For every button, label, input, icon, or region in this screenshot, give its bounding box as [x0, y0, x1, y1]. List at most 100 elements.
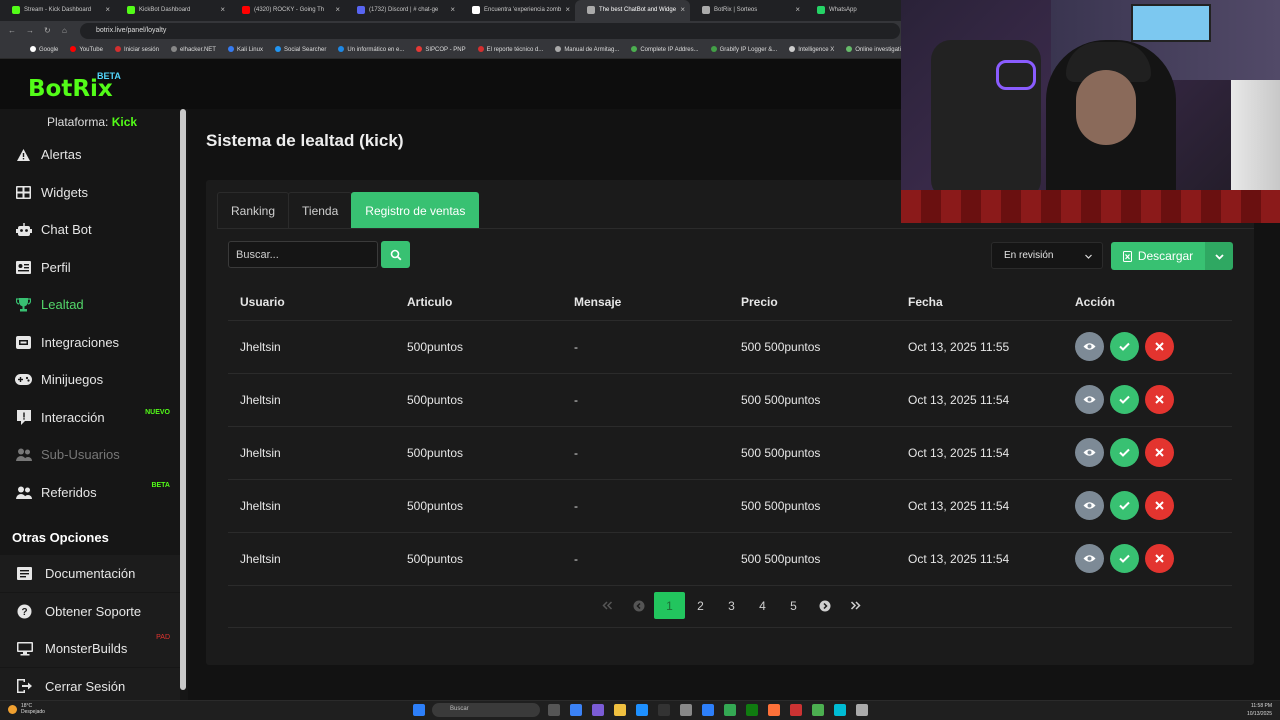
browser-tab[interactable]: Encuentra 'experiencia zomb ×	[460, 0, 575, 21]
browser-tab[interactable]: The best ChatBot and Widge ×	[575, 0, 690, 21]
browser-tab[interactable]: (1732) Discord | # chat-ge ×	[345, 0, 460, 21]
approve-button[interactable]	[1110, 438, 1139, 467]
reject-button[interactable]	[1145, 332, 1174, 361]
approve-button[interactable]	[1110, 332, 1139, 361]
task-view-icon[interactable]	[548, 704, 560, 716]
double-chevron-right-icon	[850, 601, 861, 610]
bookmark-item[interactable]: Complete IP Addres...	[631, 41, 699, 58]
browser-tab[interactable]: BotRix | Sorteos ×	[690, 0, 805, 21]
windows-start-icon[interactable]	[413, 704, 425, 716]
sidebar-item-integraciones[interactable]: Integraciones	[0, 324, 180, 361]
bookmark-item[interactable]: Social Searcher	[274, 41, 326, 58]
forward-icon[interactable]: →	[26, 26, 34, 35]
page-1-button[interactable]: 1	[654, 592, 685, 619]
taskbar-search[interactable]: Buscar	[432, 703, 540, 717]
bookmark-item[interactable]: Iniciar sesión	[114, 41, 159, 58]
view-button[interactable]	[1075, 544, 1104, 573]
search-button[interactable]	[381, 241, 410, 268]
close-icon[interactable]: ×	[795, 5, 800, 14]
sidebar-item-monsterbuilds[interactable]: MonsterBuilds PAD	[0, 630, 180, 667]
close-icon[interactable]: ×	[220, 5, 225, 14]
approve-button[interactable]	[1110, 491, 1139, 520]
view-button[interactable]	[1075, 438, 1104, 467]
bookmark-item[interactable]: El reporte técnico d...	[477, 41, 543, 58]
system-clock[interactable]: 11:58 PM 10/13/2025	[1247, 702, 1272, 718]
back-icon[interactable]: ←	[8, 26, 16, 35]
url-field[interactable]: botrix.live/panel/loyalty	[80, 23, 900, 39]
bookmark-item[interactable]: Manual de Armitag...	[555, 41, 619, 58]
sidebar-item-obtener-soporte[interactable]: ? Obtener Soporte	[0, 592, 180, 630]
sidebar-item-referidos[interactable]: Referidos BETA	[0, 474, 180, 511]
page-4-button[interactable]: 4	[747, 592, 778, 619]
sidebar-item-widgets[interactable]: Widgets	[0, 174, 180, 211]
xbox-icon[interactable]	[746, 704, 758, 716]
vscode-icon[interactable]	[702, 704, 714, 716]
last-page-button[interactable]	[840, 592, 871, 619]
sidebar-item-minijuegos[interactable]: Minijuegos	[0, 361, 180, 398]
settings-icon[interactable]	[680, 704, 692, 716]
view-button[interactable]	[1075, 385, 1104, 414]
file-explorer-icon[interactable]	[614, 704, 626, 716]
page-3-button[interactable]: 3	[716, 592, 747, 619]
close-icon[interactable]: ×	[105, 5, 110, 14]
close-icon[interactable]: ×	[680, 5, 685, 14]
bookmark-item[interactable]: YouTube	[70, 41, 103, 58]
download-options-toggle[interactable]	[1205, 242, 1233, 270]
search-input[interactable]	[228, 241, 378, 268]
reject-button[interactable]	[1145, 385, 1174, 414]
edge-icon[interactable]	[636, 704, 648, 716]
sidebar-item-sub-usuarios[interactable]: Sub-Usuarios	[0, 436, 180, 473]
bookmark-item[interactable]: Kali Linux	[227, 41, 263, 58]
sidebar-item-cerrar-sesi-n[interactable]: Cerrar Sesión	[0, 667, 180, 705]
sidebar-item-documentaci-n[interactable]: Documentación	[0, 555, 180, 592]
app-icon[interactable]	[790, 704, 802, 716]
tab-ranking[interactable]: Ranking	[217, 192, 290, 228]
download-button[interactable]: Descargar	[1111, 242, 1205, 270]
sidebar-item-alertas[interactable]: Alertas	[0, 136, 180, 173]
app-icon-4[interactable]	[856, 704, 868, 716]
status-filter-select[interactable]: En revisión	[991, 242, 1103, 269]
close-icon[interactable]: ×	[450, 5, 455, 14]
bookmark-item[interactable]: Grabify IP Logger &...	[710, 41, 777, 58]
page-5-button[interactable]: 5	[778, 592, 809, 619]
home-icon[interactable]: ⌂	[62, 26, 67, 35]
page-2-button[interactable]: 2	[685, 592, 716, 619]
browser-tab[interactable]: (4320) ROCKY - Going Th ×	[230, 0, 345, 21]
first-page-button[interactable]	[592, 592, 623, 619]
bookmark-item[interactable]: Un informático en e...	[338, 41, 404, 58]
app-icon-2[interactable]	[812, 704, 824, 716]
approve-button[interactable]	[1110, 385, 1139, 414]
weather-widget[interactable]: 18°C Despejado	[8, 703, 45, 715]
copilot-icon[interactable]	[570, 704, 582, 716]
bookmark-item[interactable]: elhacker.NET	[170, 41, 216, 58]
app-icon-3[interactable]	[834, 704, 846, 716]
sidebar-item-interacci-n[interactable]: Interacción NUEVO	[0, 399, 180, 436]
sidebar-item-perfil[interactable]: Perfil	[0, 249, 180, 286]
firefox-icon[interactable]	[768, 704, 780, 716]
reject-button[interactable]	[1145, 491, 1174, 520]
bookmark-item[interactable]: Intelligence X	[789, 41, 834, 58]
previous-page-button[interactable]	[623, 592, 654, 619]
teams-icon[interactable]	[592, 704, 604, 716]
sidebar-item-lealtad[interactable]: Lealtad	[0, 286, 180, 323]
browser-tab[interactable]: KickBot Dashboard ×	[115, 0, 230, 21]
next-page-button[interactable]	[809, 592, 840, 619]
sidebar-item-chat-bot[interactable]: Chat Bot	[0, 211, 180, 248]
browser-tab[interactable]: Stream - Kick Dashboard ×	[0, 0, 115, 21]
reload-icon[interactable]: ↻	[44, 26, 51, 35]
close-icon[interactable]: ×	[565, 5, 570, 14]
sidebar-scrollbar[interactable]	[180, 109, 188, 700]
view-button[interactable]	[1075, 332, 1104, 361]
chrome-icon[interactable]	[724, 704, 736, 716]
scrollbar-thumb[interactable]	[180, 109, 186, 690]
close-icon[interactable]: ×	[335, 5, 340, 14]
tab-tienda[interactable]: Tienda	[288, 192, 353, 228]
reject-button[interactable]	[1145, 438, 1174, 467]
bookmark-item[interactable]: SIPCOP - PNP	[416, 41, 466, 58]
reject-button[interactable]	[1145, 544, 1174, 573]
view-button[interactable]	[1075, 491, 1104, 520]
store-icon[interactable]	[658, 704, 670, 716]
tab-registro-de-ventas[interactable]: Registro de ventas	[351, 192, 480, 228]
bookmark-item[interactable]: Google	[30, 41, 58, 58]
approve-button[interactable]	[1110, 544, 1139, 573]
